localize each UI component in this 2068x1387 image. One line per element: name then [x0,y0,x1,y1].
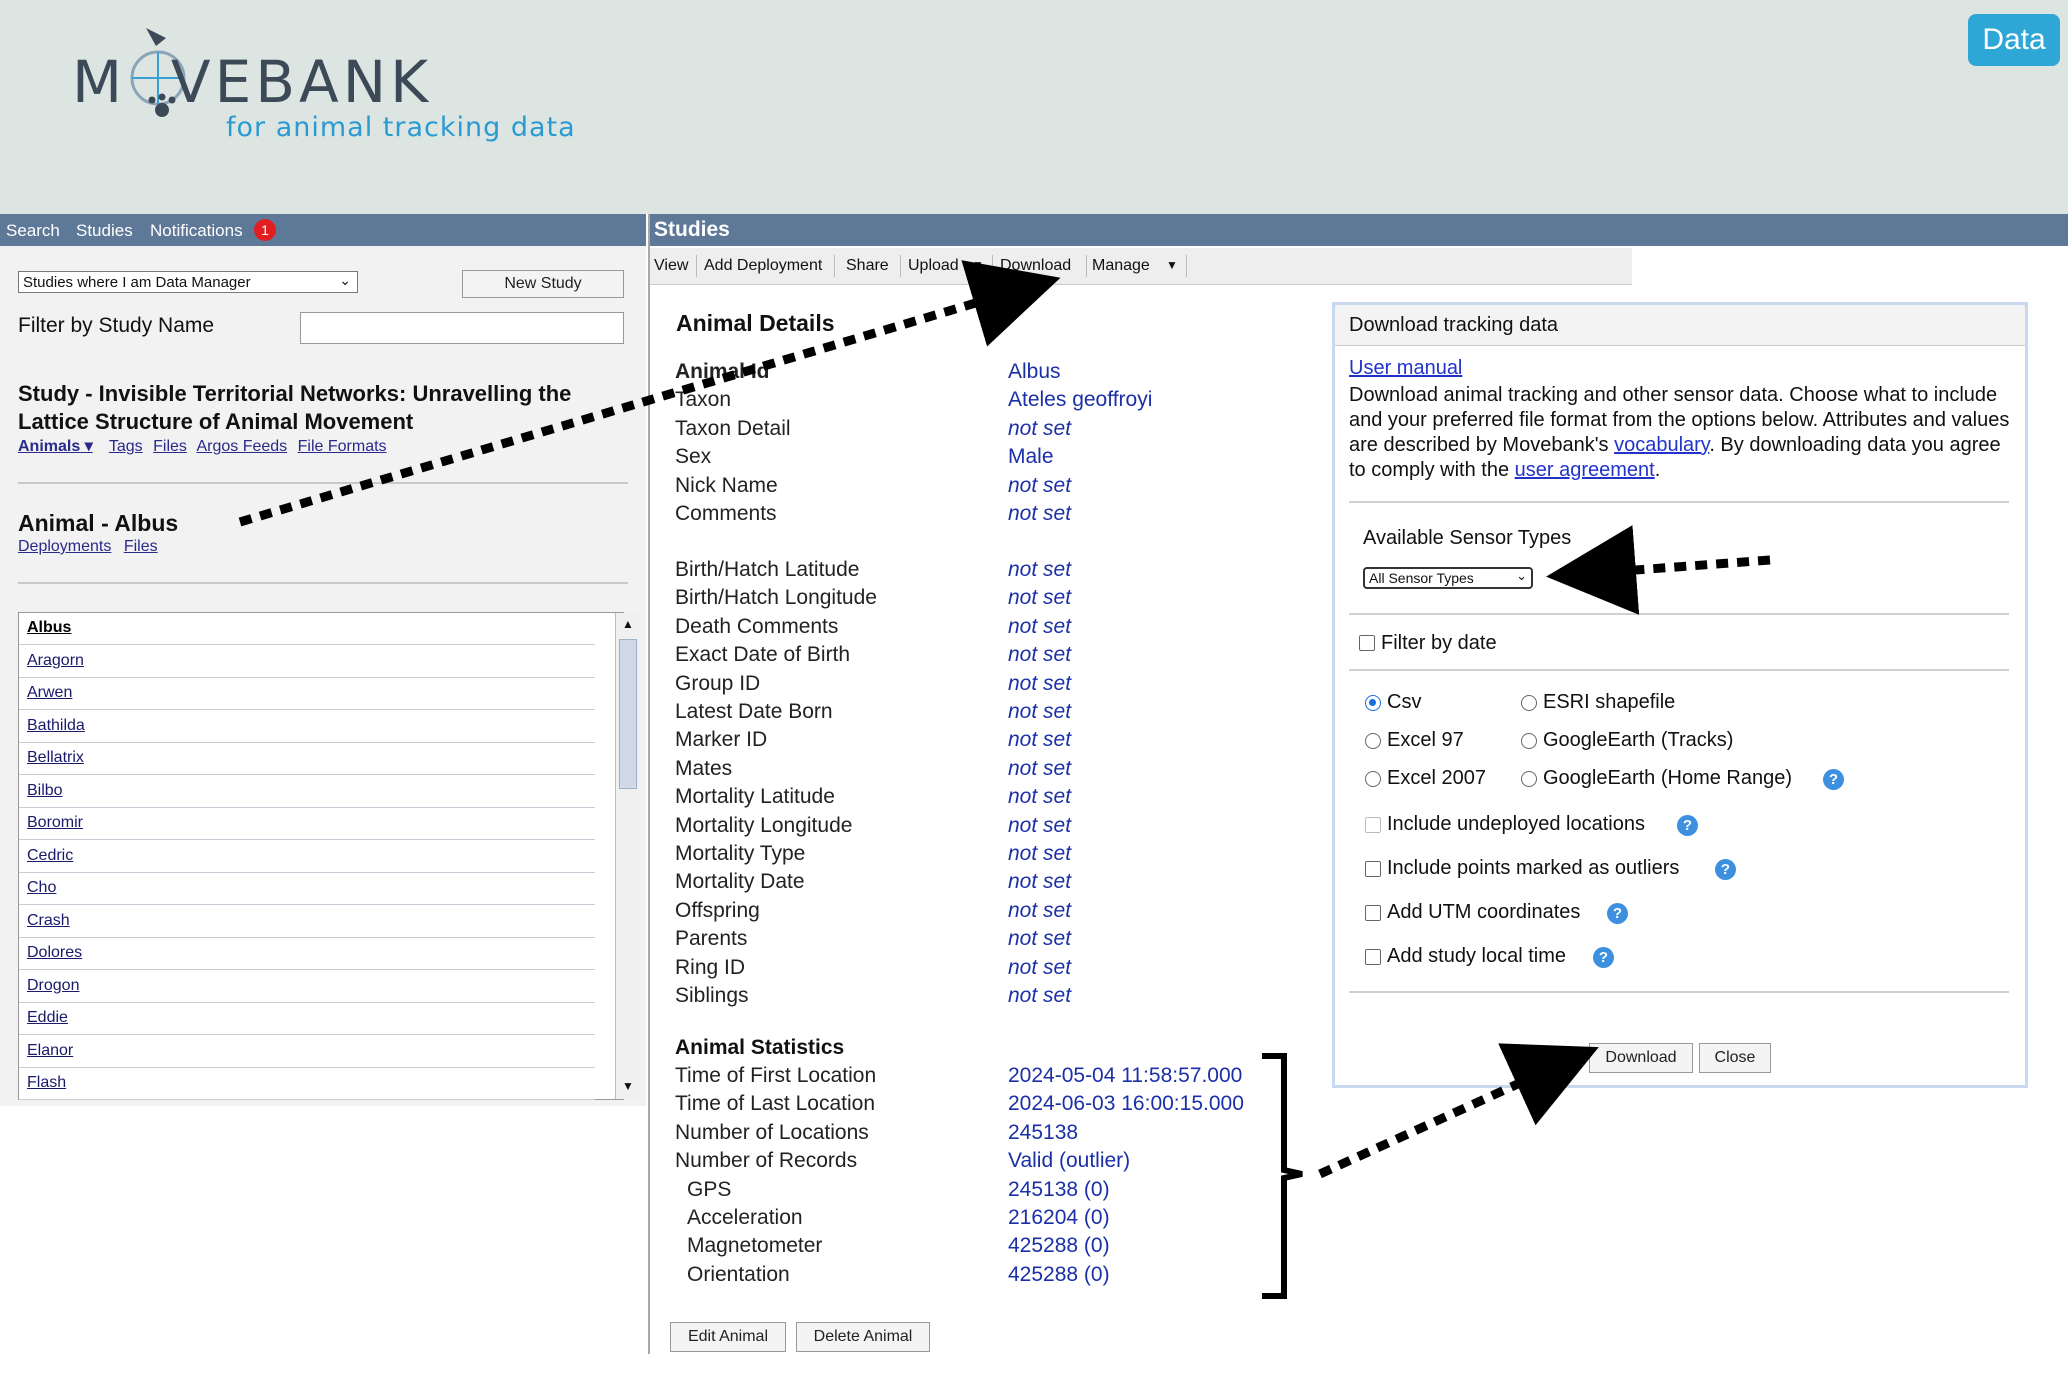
annotation-arrow [1546,525,1771,615]
annotation-arrow [238,260,1061,527]
annotation-overlay [238,260,1771,1299]
annotation-arrow [1318,1043,1599,1179]
annotation-bracket [1262,1053,1303,1299]
